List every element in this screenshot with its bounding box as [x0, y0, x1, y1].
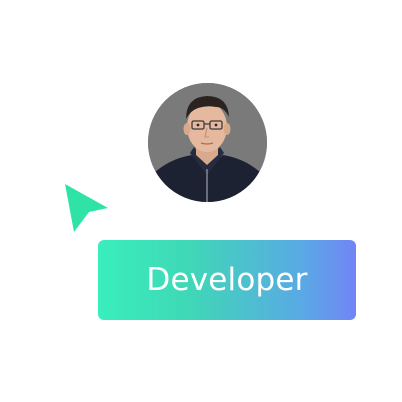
developer-role-button[interactable]: Developer [98, 240, 356, 320]
pointer-arrow-icon [62, 182, 110, 234]
role-button-label: Developer [146, 262, 308, 298]
avatar [148, 83, 267, 202]
avatar-photo-icon [148, 83, 267, 202]
pointer-arrow-shape [65, 184, 108, 232]
